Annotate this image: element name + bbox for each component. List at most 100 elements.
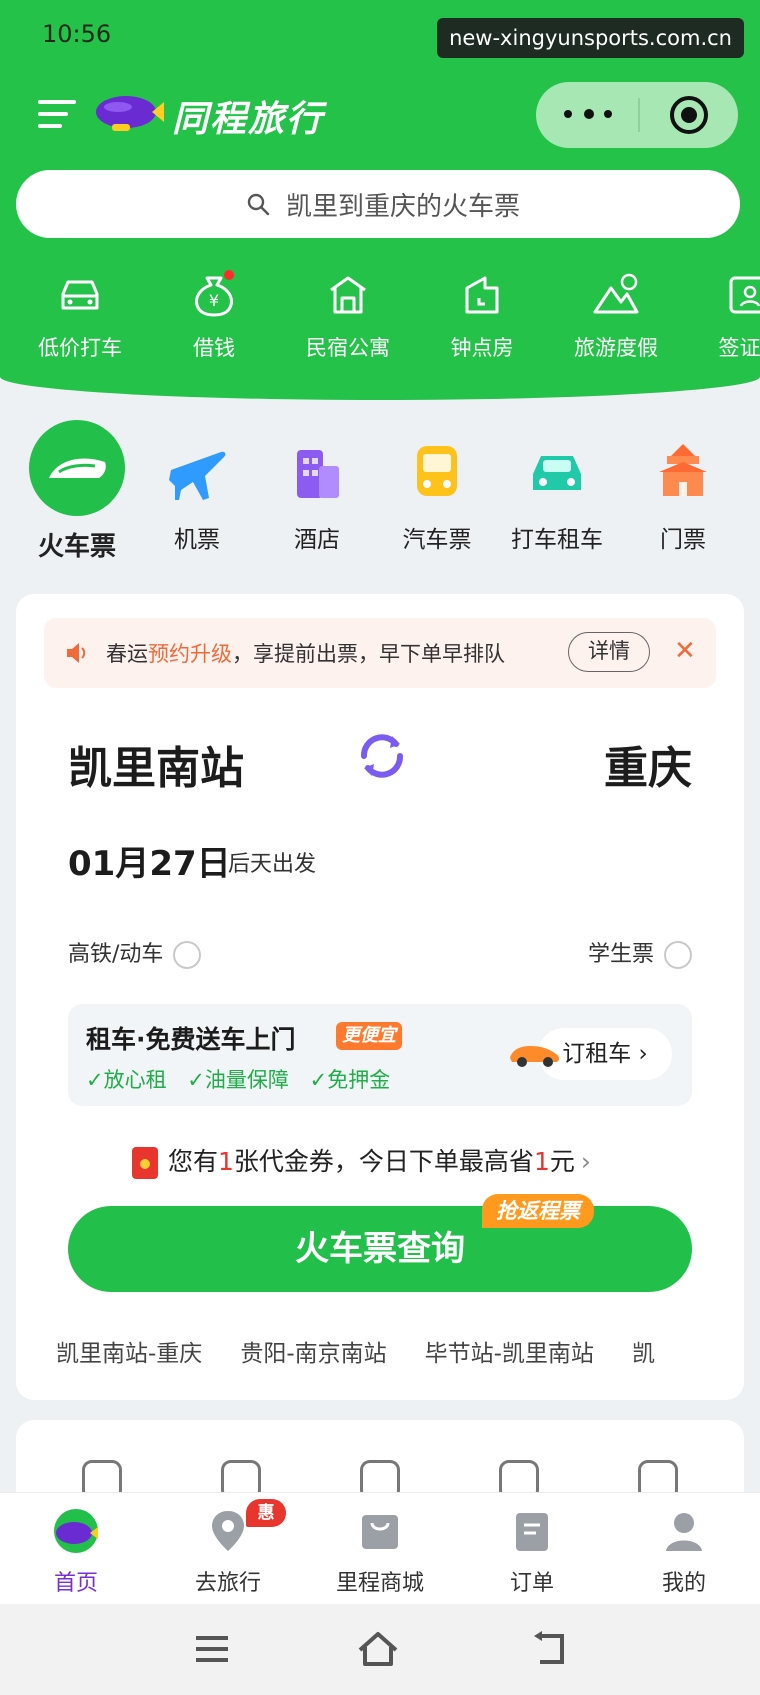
quick-label: 旅游度假 [574, 336, 658, 360]
tab-travel[interactable]: 惠 去旅行 [152, 1493, 304, 1597]
departure-station[interactable]: 凯里南站 [68, 732, 244, 796]
hotel-icon [297, 450, 339, 498]
quick-item-hourly-room[interactable]: 钟点房 [422, 272, 542, 362]
quick-services: 低价打车 ¥ 借钱 民宿公寓 钟点房 旅游度假 签证办 [0, 270, 760, 372]
clock-house-icon [465, 276, 499, 314]
history-item[interactable]: 凯 [632, 1341, 655, 1367]
history-item[interactable]: 毕节站-凯里南站 [425, 1341, 594, 1367]
tab-home[interactable]: 首页 [0, 1493, 152, 1597]
highspeed-option[interactable]: 高铁/动车 [68, 936, 202, 969]
tab-label: 订单 [509, 1571, 554, 1596]
close-miniprogram-icon[interactable] [670, 96, 708, 134]
tab-mall[interactable]: 里程商城 [304, 1493, 456, 1597]
tab-badge: 惠 [246, 1499, 286, 1527]
mountain-icon [593, 273, 639, 314]
car-icon [61, 280, 99, 310]
notification-dot [224, 270, 234, 280]
quick-label: 签证办 [718, 336, 760, 360]
logo-blimp-icon [96, 96, 164, 131]
search-placeholder: 凯里到重庆的火车票 [286, 192, 521, 222]
coupon-notice[interactable]: 您有1张代金券，今日下单最高省1元 › [132, 1142, 591, 1179]
category-row: 火车票 机票 酒店 汽车票 打车租车 门票 [0, 420, 760, 570]
home-blimp-icon [54, 1509, 98, 1553]
train-query-button[interactable]: 火车票查询 [68, 1206, 692, 1292]
student-option[interactable]: 学生票 [588, 936, 692, 969]
train-booking-card: 春运预约升级，享提前出票，早下单早排队 详情 ✕ 凯里南站 重庆 01月27日 … [16, 594, 744, 1400]
brand-name: 同程旅行 [172, 99, 325, 140]
category-label: 打车租车 [511, 527, 603, 553]
category-label: 机票 [174, 527, 220, 553]
notice-detail-button[interactable]: 详情 [568, 632, 650, 672]
quick-label: 民宿公寓 [306, 336, 390, 360]
car-rental-promo[interactable]: 租车·免费送车上门 更便宜 ✓放心租 ✓油量保障 ✓免押金 订租车 › [68, 1004, 692, 1106]
tab-label: 去旅行 [194, 1571, 261, 1596]
tab-profile[interactable]: 我的 [608, 1493, 760, 1597]
back-icon[interactable] [528, 1630, 572, 1668]
temple-icon [659, 444, 707, 496]
quick-item-visa[interactable]: 签证办 [690, 272, 760, 362]
arrival-station[interactable]: 重庆 [604, 732, 692, 796]
rental-feature: ✓免押金 [309, 1068, 391, 1092]
shopping-bag-icon [362, 1515, 398, 1549]
quick-label: 借钱 [193, 336, 235, 360]
tab-label: 首页 [53, 1571, 98, 1596]
taxi-icon [533, 456, 581, 490]
search-history: 凯里南站-重庆 贵阳-南京南站 毕节站-凯里南站 凯 [56, 1334, 716, 1374]
notice-bar: 春运预约升级，享提前出票，早下单早排队 详情 ✕ [44, 618, 716, 688]
home-icon[interactable] [356, 1630, 400, 1668]
category-label: 门票 [660, 527, 706, 553]
more-icon[interactable] [564, 106, 620, 122]
mini-program-capsule [536, 82, 738, 148]
category-label: 火车票 [37, 532, 116, 562]
rental-feature: ✓放心租 [86, 1068, 167, 1092]
history-item[interactable]: 凯里南站-重庆 [56, 1341, 202, 1367]
menu-icon[interactable] [38, 100, 76, 130]
category-label: 酒店 [294, 527, 340, 553]
category-tickets[interactable]: 门票 [623, 420, 743, 554]
notice-text: 春运预约升级，享提前出票，早下单早排队 [106, 642, 505, 666]
search-icon [247, 193, 270, 216]
order-icon [516, 1513, 548, 1551]
chevron-right-icon: › [580, 1147, 591, 1176]
notice-close-icon[interactable]: ✕ [674, 636, 696, 666]
quick-item-taxi[interactable]: 低价打车 [20, 272, 140, 362]
quick-item-homestay[interactable]: 民宿公寓 [288, 272, 408, 362]
tab-orders[interactable]: 订单 [456, 1493, 608, 1597]
rental-tag: 更便宜 [336, 1022, 402, 1050]
quick-item-vacation[interactable]: 旅游度假 [556, 272, 676, 362]
plane-icon [169, 451, 226, 500]
status-bar: 10:56 new-xingyunsports.com.cn [42, 18, 760, 58]
quick-label: 钟点房 [450, 336, 514, 360]
swap-stations-icon[interactable] [352, 726, 412, 786]
return-ticket-tag[interactable]: 抢返程票 [482, 1194, 594, 1228]
category-bus[interactable]: 汽车票 [377, 420, 497, 554]
system-navigation-bar [0, 1604, 760, 1695]
quick-label: 低价打车 [38, 336, 122, 360]
profile-icon [666, 1513, 702, 1551]
category-label: 汽车票 [402, 527, 472, 553]
header: 10:56 new-xingyunsports.com.cn 同程旅行 凯里到重… [0, 0, 760, 400]
bottom-tab-bar: 首页 惠 去旅行 里程商城 订单 我的 [0, 1492, 760, 1604]
train-icon [29, 420, 125, 516]
house-icon [330, 276, 366, 314]
tab-label: 我的 [661, 1571, 706, 1596]
category-flight[interactable]: 机票 [137, 420, 257, 554]
red-envelope-icon [132, 1147, 158, 1179]
search-bar[interactable]: 凯里到重庆的火车票 [16, 170, 740, 238]
history-item[interactable]: 贵阳-南京南站 [240, 1341, 386, 1367]
highspeed-radio[interactable] [173, 941, 202, 969]
quick-item-loan[interactable]: ¥ 借钱 [154, 270, 274, 362]
category-hotel[interactable]: 酒店 [257, 420, 377, 554]
category-taxi-rental[interactable]: 打车租车 [497, 420, 617, 554]
orange-car-icon [510, 1046, 559, 1067]
departure-date[interactable]: 01月27日 [68, 836, 231, 885]
category-train[interactable]: 火车票 [17, 420, 137, 563]
status-time: 10:56 [42, 20, 112, 48]
student-radio[interactable] [664, 941, 692, 969]
date-note: 后天出发 [228, 852, 317, 877]
id-card-icon [729, 276, 760, 314]
url-watermark: new-xingyunsports.com.cn [437, 18, 744, 58]
bus-icon [417, 446, 457, 496]
recent-apps-icon[interactable] [190, 1630, 234, 1668]
rental-title: 租车·免费送车上门 [86, 1025, 296, 1054]
